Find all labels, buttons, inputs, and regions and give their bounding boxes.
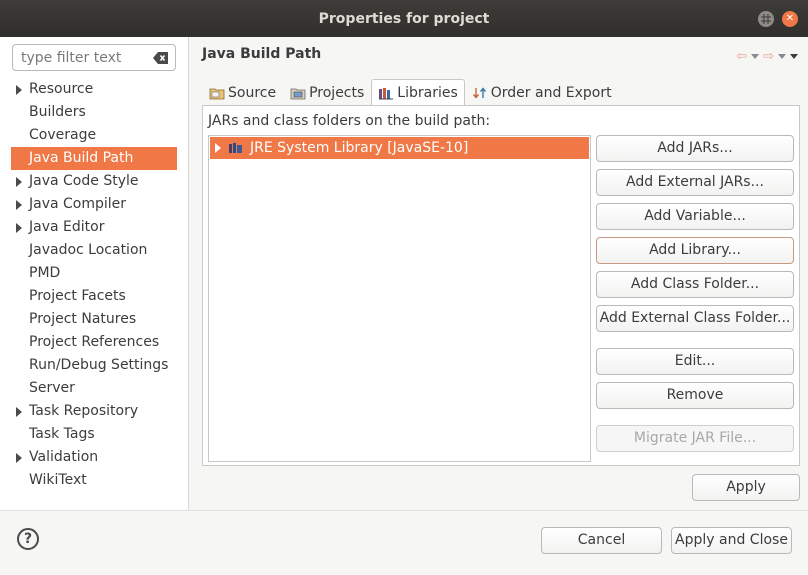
- page-title: Java Build Path: [202, 46, 322, 62]
- expand-arrow-icon[interactable]: [16, 453, 22, 463]
- nav-item-label: Java Build Path: [29, 150, 134, 166]
- preference-tree: Resource Builders Coverage Java Build Pa…: [0, 78, 189, 492]
- nav-item-javadoc-location[interactable]: Javadoc Location: [0, 239, 189, 262]
- nav-item-run-debug-settings[interactable]: Run/Debug Settings: [0, 354, 189, 377]
- library-tree[interactable]: JRE System Library [JavaSE-10]: [208, 135, 591, 462]
- expand-arrow-icon[interactable]: [16, 85, 22, 95]
- back-history-dropdown-icon[interactable]: [751, 54, 760, 59]
- build-path-label: JARs and class folders on the build path…: [208, 113, 491, 129]
- remove-button[interactable]: Remove: [596, 382, 794, 409]
- nav-item-label: Java Editor: [29, 219, 105, 235]
- nav-item-label: Java Code Style: [29, 173, 139, 189]
- nav-item-task-repository[interactable]: Task Repository: [0, 400, 189, 423]
- nav-item-validation[interactable]: Validation: [0, 446, 189, 469]
- build-path-tabs: Source Projects Libraries Order and Expo…: [202, 79, 619, 105]
- nav-item-label: Validation: [29, 449, 99, 465]
- tab-source[interactable]: Source: [202, 79, 283, 105]
- libraries-tab-panel: JARs and class folders on the build path…: [202, 105, 800, 466]
- nav-item-server[interactable]: Server: [0, 377, 189, 400]
- nav-item-label: Task Repository: [29, 403, 139, 419]
- jre-library-icon: [229, 143, 242, 153]
- view-menu-icon[interactable]: [790, 54, 798, 59]
- nav-item-label: Run/Debug Settings: [29, 357, 169, 373]
- order-export-icon: [472, 86, 486, 99]
- nav-item-java-build-path[interactable]: Java Build Path: [11, 147, 177, 170]
- window-titlebar: Properties for project ✕: [0, 0, 808, 37]
- nav-item-java-editor[interactable]: Java Editor: [0, 216, 189, 239]
- nav-item-label: Javadoc Location: [29, 242, 148, 258]
- nav-item-label: PMD: [29, 265, 61, 281]
- nav-item-label: Coverage: [29, 127, 97, 143]
- nav-item-label: WikiText: [29, 472, 87, 488]
- preferences-sidebar: Resource Builders Coverage Java Build Pa…: [0, 37, 189, 510]
- nav-item-wikitext[interactable]: WikiText: [0, 469, 189, 492]
- forward-arrow-icon[interactable]: ⇨: [763, 49, 774, 64]
- properties-page: Java Build Path ⇦ ⇨ Source Projects Libr…: [190, 37, 808, 510]
- project-folder-icon: [290, 88, 306, 99]
- nav-item-label: Project Facets: [29, 288, 126, 304]
- nav-item-label: Builders: [29, 104, 86, 120]
- window-title: Properties for project: [318, 10, 490, 27]
- nav-item-label: Task Tags: [29, 426, 95, 442]
- expand-arrow-icon[interactable]: [16, 223, 22, 233]
- close-window-icon[interactable]: ✕: [782, 11, 798, 27]
- tab-label: Projects: [309, 84, 365, 101]
- expand-arrow-icon[interactable]: [16, 177, 22, 187]
- nav-item-builders[interactable]: Builders: [0, 101, 189, 124]
- add-variable-button[interactable]: Add Variable...: [596, 203, 794, 230]
- filter-field[interactable]: [12, 44, 176, 71]
- apply-and-close-button[interactable]: Apply and Close: [671, 527, 792, 554]
- add-library-button[interactable]: Add Library...: [596, 237, 794, 264]
- nav-item-label: Server: [29, 380, 75, 396]
- nav-item-coverage[interactable]: Coverage: [0, 124, 189, 147]
- nav-item-java-compiler[interactable]: Java Compiler: [0, 193, 189, 216]
- nav-item-task-tags[interactable]: Task Tags: [0, 423, 189, 446]
- library-icon: [379, 87, 394, 99]
- nav-item-java-code-style[interactable]: Java Code Style: [0, 170, 189, 193]
- apply-button[interactable]: Apply: [692, 474, 800, 501]
- nav-item-label: Project Natures: [29, 311, 137, 327]
- back-arrow-icon[interactable]: ⇦: [736, 49, 747, 64]
- tab-order-and-export[interactable]: Order and Export: [465, 79, 619, 105]
- tab-libraries[interactable]: Libraries: [371, 79, 465, 105]
- page-navigation: ⇦ ⇨: [736, 49, 798, 64]
- forward-history-dropdown-icon[interactable]: [778, 54, 786, 59]
- nav-item-label: Java Compiler: [29, 196, 127, 212]
- nav-item-resource[interactable]: Resource: [0, 78, 189, 101]
- expand-arrow-icon[interactable]: [215, 143, 221, 153]
- window-menu-icon[interactable]: [758, 11, 774, 27]
- nav-item-label: Project References: [29, 334, 160, 350]
- tab-label: Source: [228, 84, 277, 101]
- filter-input[interactable]: [19, 48, 149, 67]
- expand-arrow-icon[interactable]: [16, 407, 22, 417]
- expand-arrow-icon[interactable]: [16, 200, 22, 210]
- nav-item-pmd[interactable]: PMD: [0, 262, 189, 285]
- nav-item-project-facets[interactable]: Project Facets: [0, 285, 189, 308]
- nav-item-project-references[interactable]: Project References: [0, 331, 189, 354]
- library-entry[interactable]: JRE System Library [JavaSE-10]: [210, 137, 589, 159]
- dialog-button-bar: ? Cancel Apply and Close: [0, 510, 808, 575]
- add-class-folder-button[interactable]: Add Class Folder...: [596, 271, 794, 298]
- tab-projects[interactable]: Projects: [283, 79, 371, 105]
- tab-label: Libraries: [397, 84, 458, 101]
- nav-item-project-natures[interactable]: Project Natures: [0, 308, 189, 331]
- add-external-class-folder-button[interactable]: Add External Class Folder...: [596, 305, 794, 332]
- nav-item-label: Resource: [29, 81, 94, 97]
- add-jars-button[interactable]: Add JARs...: [596, 135, 794, 162]
- migrate-jar-file-button: Migrate JAR File...: [596, 425, 794, 452]
- add-external-jars-button[interactable]: Add External JARs...: [596, 169, 794, 196]
- source-folder-icon: [209, 88, 225, 99]
- edit-button[interactable]: Edit...: [596, 348, 794, 375]
- help-icon[interactable]: ?: [17, 528, 39, 550]
- tab-label: Order and Export: [490, 84, 612, 101]
- clear-filter-icon[interactable]: [153, 51, 169, 65]
- library-entry-label: JRE System Library [JavaSE-10]: [250, 140, 469, 156]
- cancel-button[interactable]: Cancel: [541, 527, 662, 554]
